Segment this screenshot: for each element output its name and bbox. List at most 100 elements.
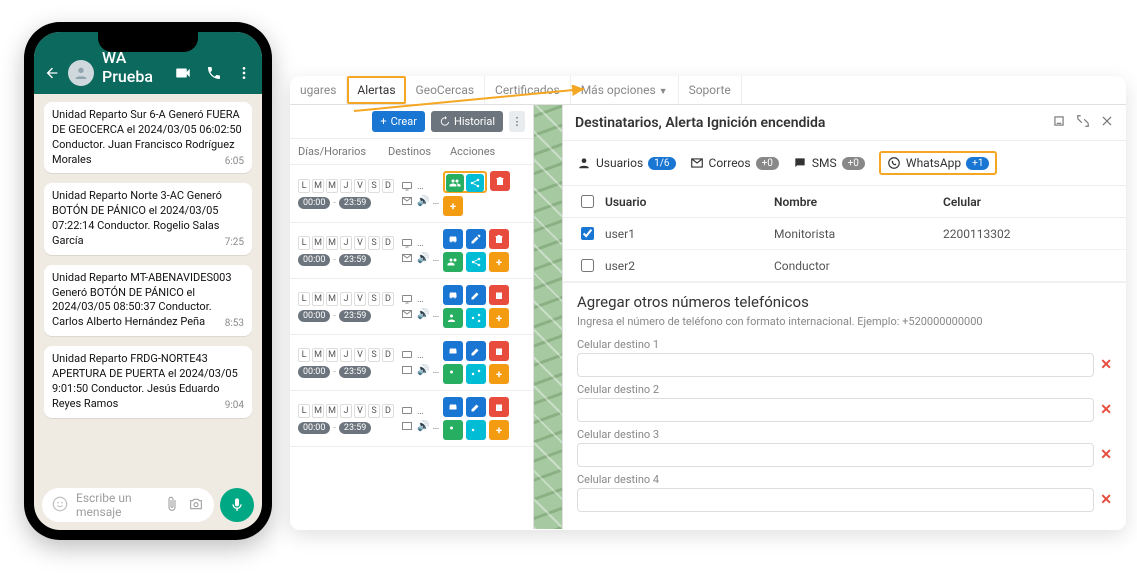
tab-mas-opciones[interactable]: Más opciones ▼ <box>571 76 679 104</box>
message-time: 8:53 <box>225 317 244 331</box>
voice-call-icon[interactable] <box>206 65 222 85</box>
tab-geocercas[interactable]: GeoCercas <box>406 76 486 104</box>
more-icon[interactable] <box>236 65 252 85</box>
message-input[interactable]: Escribe un mensaje <box>42 488 214 522</box>
create-button[interactable]: + Crear <box>372 111 425 132</box>
minimize-icon[interactable] <box>1052 113 1066 132</box>
recipients-icon[interactable] <box>446 174 464 192</box>
delete-icon[interactable] <box>490 171 510 191</box>
phone-input-3[interactable] <box>577 443 1094 467</box>
alert-row: LMMJVSD 00:00-23:59 … 🔊… + <box>290 279 533 335</box>
vehicle-icon[interactable] <box>443 341 463 361</box>
add-icon[interactable]: + <box>489 308 509 328</box>
message-time: 6:05 <box>225 155 244 169</box>
video-call-icon[interactable] <box>174 64 192 86</box>
emoji-icon[interactable] <box>52 496 68 515</box>
remove-phone-icon[interactable]: ✕ <box>1100 402 1112 418</box>
tab-correos[interactable]: Correos +0 <box>690 156 779 170</box>
delete-icon[interactable] <box>489 397 509 417</box>
phone-label-1: Celular destino 1 <box>577 338 1112 351</box>
time-to[interactable]: 23:59 <box>339 197 371 209</box>
message-time: 7:25 <box>225 236 244 250</box>
highlighted-recipient-actions <box>443 171 487 193</box>
user-checkbox[interactable] <box>581 259 594 272</box>
vehicle-icon[interactable] <box>443 229 463 249</box>
toolbar-tabs: ugares Alertas GeoCercas Certificados Má… <box>290 76 1126 105</box>
avatar[interactable] <box>68 60 94 86</box>
recipients-icon[interactable] <box>443 420 463 440</box>
alerts-panel: ugares Alertas GeoCercas Certificados Má… <box>290 76 1126 530</box>
message-bubble: Unidad Reparto Norte 3-AC Generó BOTÓN D… <box>44 183 252 254</box>
edit-icon[interactable] <box>466 229 486 249</box>
attach-icon[interactable] <box>164 496 180 515</box>
share-icon[interactable] <box>466 174 484 192</box>
vehicle-icon[interactable] <box>443 285 463 305</box>
recipients-icon[interactable] <box>443 364 463 384</box>
vehicle-icon[interactable] <box>443 397 463 417</box>
history-button[interactable]: Historial <box>431 111 503 132</box>
tab-lugares[interactable]: ugares <box>290 76 347 104</box>
add-icon[interactable]: + <box>443 196 463 216</box>
alert-row: LMMJVSD 00:00-23:59 … 🔊… + <box>290 391 533 447</box>
remove-phone-icon[interactable]: ✕ <box>1100 447 1112 463</box>
tab-soporte[interactable]: Soporte <box>679 76 742 104</box>
share-icon[interactable] <box>466 364 486 384</box>
recipients-panel: Destinatarios, Alerta Ignición encendida… <box>562 105 1126 529</box>
phone-label-4: Celular destino 4 <box>577 473 1112 486</box>
user-row: user2 Conductor <box>563 250 1126 282</box>
contact-name[interactable]: WA Prueba <box>102 48 166 86</box>
delete-icon[interactable] <box>489 341 509 361</box>
alert-row: LMMJVSD 00:00-23:59 … 🔊… + <box>290 335 533 391</box>
tab-alertas[interactable]: Alertas <box>347 76 405 104</box>
col-celular: Celular <box>943 195 1112 209</box>
mic-button[interactable] <box>220 488 254 522</box>
phone-input-2[interactable] <box>577 398 1094 422</box>
phone-input-1[interactable] <box>577 353 1094 377</box>
more-actions-button[interactable]: ⋮ <box>509 111 525 132</box>
close-icon[interactable] <box>1100 113 1114 132</box>
recipients-icon[interactable] <box>443 308 463 328</box>
edit-icon[interactable] <box>466 397 486 417</box>
phone-input-4[interactable] <box>577 488 1094 512</box>
days-selector[interactable]: LMMJVSD <box>298 179 394 193</box>
share-icon[interactable] <box>466 420 486 440</box>
add-phones-hint: Ingresa el número de teléfono con format… <box>577 315 1112 328</box>
add-icon[interactable]: + <box>489 420 509 440</box>
tab-sms[interactable]: SMS +0 <box>793 156 865 170</box>
delete-icon[interactable] <box>489 229 509 249</box>
share-icon[interactable] <box>466 252 486 272</box>
recipients-icon[interactable] <box>443 252 463 272</box>
phone-label-3: Celular destino 3 <box>577 428 1112 441</box>
edit-icon[interactable] <box>466 341 486 361</box>
select-all-checkbox[interactable] <box>581 195 594 208</box>
delete-icon[interactable] <box>489 285 509 305</box>
alerts-list-pane: + Crear Historial ⋮ Días/Horarios Destin… <box>290 105 534 529</box>
alert-row: LMMJVSD 00:00-23:59 … 🔊… + <box>290 223 533 279</box>
share-icon[interactable] <box>466 308 486 328</box>
tab-certificados[interactable]: Certificados <box>485 76 571 104</box>
back-icon[interactable] <box>44 65 60 86</box>
time-from[interactable]: 00:00 <box>298 197 330 209</box>
user-checkbox[interactable] <box>581 227 594 240</box>
col-usuario: Usuario <box>605 195 774 209</box>
camera-icon[interactable] <box>188 496 204 515</box>
remove-phone-icon[interactable]: ✕ <box>1100 492 1112 508</box>
message-time: 9:04 <box>225 399 244 413</box>
add-icon[interactable]: + <box>489 364 509 384</box>
add-phones-title: Agregar otros números telefónicos <box>577 293 1112 311</box>
edit-icon[interactable] <box>466 285 486 305</box>
input-bar: Escribe un mensaje <box>34 480 262 530</box>
map-strip <box>534 105 562 529</box>
alert-row: LMMJVSD 00:00-23:59 … 🔊… + <box>290 165 533 223</box>
remove-phone-icon[interactable]: ✕ <box>1100 357 1112 373</box>
col-dias: Días/Horarios <box>298 145 384 158</box>
messages-list: Unidad Reparto Sur 6-A Generó FUERA DE G… <box>34 94 262 480</box>
tab-whatsapp[interactable]: WhatsApp +1 <box>879 151 998 175</box>
tab-usuarios[interactable]: Usuarios 1/6 <box>577 156 676 170</box>
add-icon[interactable]: + <box>489 252 509 272</box>
phone-label-2: Celular destino 2 <box>577 383 1112 396</box>
phone-notch <box>98 32 198 52</box>
expand-icon[interactable] <box>1076 113 1090 132</box>
sound-icon: 🔊 <box>417 196 429 207</box>
recipients-title: Destinatarios, Alerta Ignición encendida <box>575 115 1052 131</box>
